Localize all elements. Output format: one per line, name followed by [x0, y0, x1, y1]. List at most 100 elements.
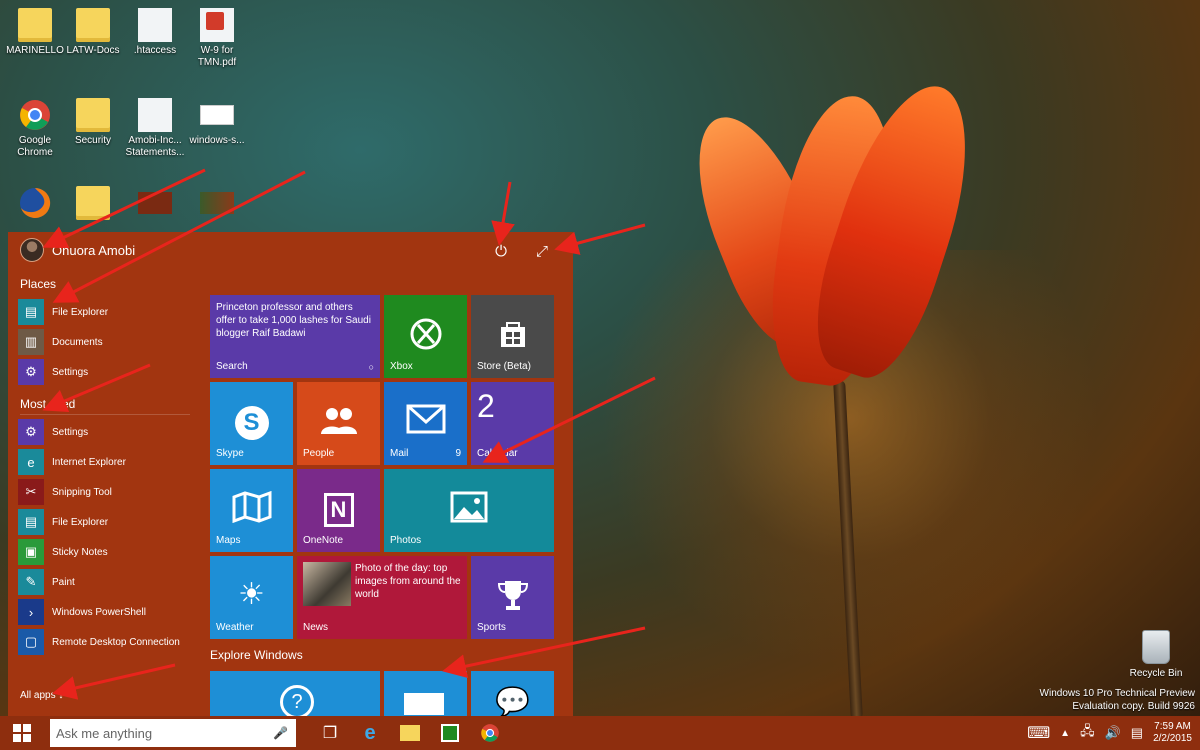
user-name: Onuora Amobi [52, 242, 136, 258]
scissors-icon: ✂ [18, 479, 44, 505]
chrome-taskbar-icon[interactable] [470, 716, 510, 750]
windows-logo-icon [13, 724, 31, 742]
tile-search[interactable]: Princeton professor and others offer to … [210, 295, 380, 378]
most-used-item-settings[interactable]: ⚙ Settings [18, 417, 198, 447]
desktop-icon[interactable]: windows-s... [182, 98, 252, 147]
tile-xbox[interactable]: Xbox [384, 295, 467, 378]
keyboard-icon[interactable]: ⌨ [1027, 723, 1050, 743]
microphone-icon[interactable]: 🎤 [273, 726, 288, 740]
sun-icon: ☀ [238, 578, 265, 611]
tile-get-started[interactable]: ? [210, 671, 380, 716]
tile-store[interactable]: Store (Beta) [471, 295, 554, 378]
palette-icon: ✎ [18, 569, 44, 595]
folder-icon: ▤ [18, 299, 44, 325]
tile-calendar[interactable]: 2 Calendar [471, 382, 554, 465]
desktop-icon-label: LATW-Docs [66, 45, 120, 56]
photo-icon [384, 491, 554, 531]
most-used-item-sticky-notes[interactable]: ▣ Sticky Notes [18, 537, 198, 567]
volume-icon[interactable]: 🔊 [1105, 725, 1121, 741]
mail-icon [384, 404, 467, 442]
list-item-label: Internet Explorer [52, 456, 126, 468]
recycle-bin[interactable]: Recycle Bin [1125, 630, 1187, 679]
internet-explorer-icon[interactable]: e [350, 716, 390, 750]
desktop-icon[interactable]: W-9 for TMN.pdf [182, 8, 252, 69]
trophy-icon [471, 578, 554, 620]
list-item-label: Windows PowerShell [52, 606, 146, 618]
tile-label: Xbox [390, 361, 413, 372]
desktop-icon[interactable]: Security [58, 98, 128, 147]
most-used-item-remote-desktop[interactable]: ▢ Remote Desktop Connection [18, 627, 198, 657]
chevron-up-icon[interactable]: ▲ [1060, 728, 1070, 739]
task-view-icon[interactable]: ❐ [310, 716, 350, 750]
xbox-icon [384, 317, 467, 359]
desktop-icon[interactable] [58, 186, 128, 223]
most-used-item-file-explorer[interactable]: ▤ File Explorer [18, 507, 198, 537]
image-thumbnail-icon [200, 98, 234, 132]
recycle-bin-icon [1142, 630, 1170, 664]
most-used-item-snipping-tool[interactable]: ✂ Snipping Tool [18, 477, 198, 507]
support-chat-icon: 💬 [495, 686, 530, 716]
desktop-icon-label: windows-s... [189, 135, 245, 146]
file-explorer-icon[interactable] [390, 716, 430, 750]
most-used-item-powershell[interactable]: › Windows PowerShell [18, 597, 198, 627]
most-used-list: ⚙ Settings e Internet Explorer ✂ Snippin… [18, 417, 198, 657]
action-center-icon[interactable]: ▤ [1131, 725, 1143, 741]
search-placeholder: Ask me anything [56, 725, 153, 741]
tile-news[interactable]: Photo of the day: top images from around… [297, 556, 467, 639]
tile-photos[interactable]: Photos [384, 469, 554, 552]
places-item-settings[interactable]: ⚙ Settings [18, 357, 198, 387]
tile-windows-feedback[interactable] [384, 671, 467, 716]
folder-icon [76, 98, 110, 132]
user-account-button[interactable]: Onuora Amobi [20, 238, 135, 262]
documents-icon: ▥ [18, 329, 44, 355]
desktop-icon[interactable]: .htaccess [120, 8, 190, 57]
folder-icon [18, 8, 52, 42]
tile-label: Maps [216, 535, 241, 546]
most-used-item-paint[interactable]: ✎ Paint [18, 567, 198, 597]
pdf-icon [200, 8, 234, 42]
cortana-search-box[interactable]: Ask me anything 🎤 [50, 719, 296, 747]
start-button[interactable] [0, 716, 44, 750]
desktop-icon[interactable] [182, 186, 252, 223]
tile-contact-support[interactable]: 💬 [471, 671, 554, 716]
document-icon [138, 98, 172, 132]
list-item-label: File Explorer [52, 306, 109, 318]
news-photo-thumbnail [303, 562, 351, 606]
power-icon[interactable]: ⏻ [492, 242, 510, 260]
clock[interactable]: 7:59 AM 2/2/2015 [1153, 721, 1192, 745]
network-icon[interactable]: 🖧 [1080, 722, 1095, 744]
all-apps-button[interactable]: All apps ↓ [20, 690, 63, 701]
tile-mail[interactable]: Mail 9 [384, 382, 467, 465]
expand-icon[interactable]: ⤢ [533, 242, 551, 260]
map-icon [210, 490, 293, 531]
list-item-label: File Explorer [52, 516, 109, 528]
tile-maps[interactable]: Maps [210, 469, 293, 552]
tile-weather[interactable]: ☀ Weather [210, 556, 293, 639]
tile-search-headline: Princeton professor and others offer to … [216, 302, 371, 339]
tile-sports[interactable]: Sports [471, 556, 554, 639]
tile-onenote[interactable]: N OneNote [297, 469, 380, 552]
recycle-bin-label: Recycle Bin [1129, 668, 1183, 679]
document-icon [138, 8, 172, 42]
tile-people[interactable]: People [297, 382, 380, 465]
list-item-label: Documents [52, 336, 103, 348]
tile-label: Weather [216, 622, 254, 633]
desktop-icon[interactable]: Amobi-Inc... Statements... [120, 98, 190, 159]
start-menu: Onuora Amobi ⏻ ⤢ Places ▤ File Explorer … [8, 232, 573, 716]
places-item-documents[interactable]: ▥ Documents [18, 327, 198, 357]
tile-skype[interactable]: S Skype [210, 382, 293, 465]
calendar-day: 2 [477, 388, 495, 424]
desktop-icon[interactable]: LATW-Docs [58, 8, 128, 57]
taskbar: Ask me anything 🎤 ❐ e ⌨ ▲ 🖧 🔊 ▤ 7:59 AM … [0, 716, 1200, 750]
divider [20, 414, 190, 415]
avatar [20, 238, 44, 262]
places-item-file-explorer[interactable]: ▤ File Explorer [18, 297, 198, 327]
tile-label: Calendar [477, 448, 518, 459]
watermark-line: Windows 10 Pro Technical Preview [1039, 688, 1195, 699]
most-used-item-internet-explorer[interactable]: e Internet Explorer [18, 447, 198, 477]
explore-windows-heading: Explore Windows [210, 648, 303, 662]
desktop-icon[interactable] [120, 186, 190, 223]
most-used-heading: Most used [20, 397, 76, 411]
list-item-label: Sticky Notes [52, 546, 108, 558]
store-icon[interactable] [430, 716, 470, 750]
